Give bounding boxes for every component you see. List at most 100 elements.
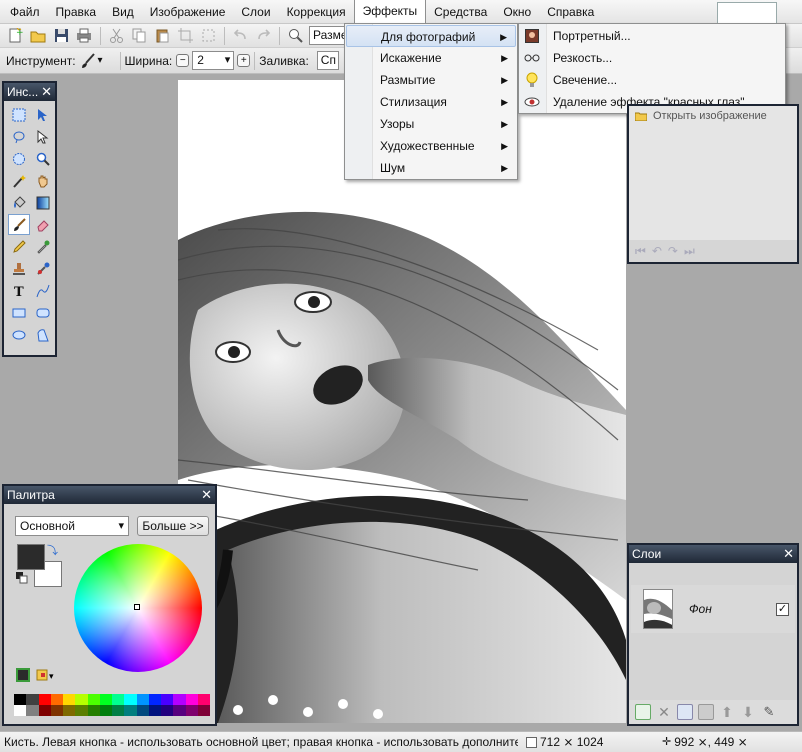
palette-swatch[interactable]: [50, 705, 63, 716]
palette-swatch[interactable]: [87, 705, 100, 716]
merge-layer-icon[interactable]: [698, 704, 714, 720]
menu-item-render[interactable]: Узоры ▶: [346, 113, 516, 135]
menu-item-portrait[interactable]: Портретный...: [520, 25, 784, 47]
fast-forward-icon[interactable]: ⏭: [684, 244, 695, 259]
deselect-button[interactable]: [197, 26, 219, 46]
zoom-button[interactable]: [284, 26, 306, 46]
width-increase-button[interactable]: +: [237, 54, 251, 67]
move-layer-up-icon[interactable]: ⬆: [719, 704, 735, 720]
menu-item-distort[interactable]: Искажение ▶: [346, 47, 516, 69]
menu-item-photo[interactable]: Для фотографий ▶: [346, 25, 516, 47]
tool-paint-bucket[interactable]: [8, 192, 30, 213]
menu-edit[interactable]: Правка: [48, 0, 105, 24]
palette-menu-icon[interactable]: ▾: [36, 668, 56, 685]
tool-rectangle-select[interactable]: [8, 104, 30, 125]
layer-visibility-checkbox[interactable]: ✓: [776, 602, 789, 616]
width-decrease-button[interactable]: −: [176, 54, 190, 67]
tool-ellipse[interactable]: [8, 324, 30, 345]
menu-adjustments[interactable]: Коррекция: [279, 0, 354, 24]
tool-pan[interactable]: [32, 170, 54, 191]
new-button[interactable]: +: [4, 26, 26, 46]
palette-swatch[interactable]: [87, 694, 100, 705]
palette-swatch[interactable]: [99, 705, 112, 716]
palette-swatch[interactable]: [197, 694, 210, 705]
tool-ellipse-select[interactable]: [8, 148, 30, 169]
tool-gradient[interactable]: [32, 192, 54, 213]
copy-button[interactable]: [128, 26, 150, 46]
palette-swatches[interactable]: [14, 694, 210, 716]
tools-window-title[interactable]: Инс... ✕: [4, 83, 55, 101]
menu-item-glow[interactable]: Свечение...: [520, 69, 784, 91]
menu-item-blur[interactable]: Размытие ▶: [346, 69, 516, 91]
palette-swatch[interactable]: [99, 694, 112, 705]
palette-window-title[interactable]: Палитра ✕: [4, 486, 215, 504]
tool-rectangle[interactable]: [8, 302, 30, 323]
fill-combo[interactable]: Сп: [316, 51, 339, 70]
palette-swatch[interactable]: [63, 694, 76, 705]
redo-button[interactable]: [252, 26, 274, 46]
palette-swatch[interactable]: [161, 694, 174, 705]
open-button[interactable]: [27, 26, 49, 46]
tool-color-picker[interactable]: [32, 236, 54, 257]
palette-swatch[interactable]: [112, 705, 125, 716]
menu-view[interactable]: Вид: [104, 0, 142, 24]
swap-colors-icon[interactable]: ⤵: [47, 542, 58, 558]
color-wheel-marker[interactable]: [134, 604, 140, 610]
menu-image[interactable]: Изображение: [142, 0, 234, 24]
menu-item-stylize[interactable]: Стилизация ▶: [346, 91, 516, 113]
tool-clone-stamp[interactable]: [8, 258, 30, 279]
tool-line-curve[interactable]: [32, 280, 54, 301]
layer-properties-icon[interactable]: ✎: [761, 704, 777, 720]
palette-swatch[interactable]: [14, 694, 27, 705]
palette-swatch[interactable]: [63, 705, 76, 716]
tool-rounded-rectangle[interactable]: [32, 302, 54, 323]
menu-help[interactable]: Справка: [539, 0, 602, 24]
menu-item-artistic[interactable]: Художественные ▶: [346, 135, 516, 157]
paste-button[interactable]: [151, 26, 173, 46]
primary-color-swatch[interactable]: [17, 544, 45, 570]
palette-swatch[interactable]: [26, 705, 39, 716]
tool-move-selection-outline[interactable]: [32, 126, 54, 147]
undo-icon[interactable]: ↶: [652, 244, 662, 258]
palette-swatch[interactable]: [124, 705, 137, 716]
palette-swatch[interactable]: [14, 705, 27, 716]
undo-button[interactable]: [229, 26, 251, 46]
menu-tools[interactable]: Средства: [426, 0, 495, 24]
palette-swatch[interactable]: [112, 694, 125, 705]
palette-swatch[interactable]: [38, 694, 51, 705]
menu-window[interactable]: Окно: [495, 0, 539, 24]
history-item[interactable]: Открыть изображение: [629, 106, 797, 126]
tool-magic-wand[interactable]: [8, 170, 30, 191]
palette-swatch[interactable]: [173, 694, 186, 705]
palette-swatch[interactable]: [136, 694, 149, 705]
tool-freeform-shape[interactable]: [32, 324, 54, 345]
close-icon[interactable]: ✕: [783, 545, 794, 563]
tool-recolor[interactable]: [32, 258, 54, 279]
redo-icon[interactable]: ↷: [668, 244, 678, 258]
tool-text[interactable]: T: [8, 280, 30, 301]
palette-swatch[interactable]: [75, 705, 88, 716]
menu-file[interactable]: Файл: [2, 0, 48, 24]
rewind-icon[interactable]: ⏮: [635, 244, 646, 259]
palette-swatch[interactable]: [148, 705, 161, 716]
menu-layers[interactable]: Слои: [233, 0, 278, 24]
cut-button[interactable]: [105, 26, 127, 46]
add-layer-icon[interactable]: [635, 704, 651, 720]
reset-colors-icon[interactable]: [16, 572, 28, 584]
menu-effects[interactable]: Эффекты: [353, 0, 427, 24]
palette-swatch[interactable]: [185, 694, 198, 705]
primary-color-icon[interactable]: [16, 668, 30, 685]
tool-picker[interactable]: ▾: [80, 52, 110, 70]
palette-swatch[interactable]: [161, 705, 174, 716]
print-button[interactable]: [73, 26, 95, 46]
tool-zoom[interactable]: [32, 148, 54, 169]
tool-paintbrush[interactable]: [8, 214, 30, 235]
palette-swatch[interactable]: [148, 694, 161, 705]
width-combo[interactable]: 2: [192, 51, 235, 70]
save-button[interactable]: [50, 26, 72, 46]
move-layer-down-icon[interactable]: ⬇: [740, 704, 756, 720]
tool-move-selection[interactable]: [32, 104, 54, 125]
menu-item-noise[interactable]: Шум ▶: [346, 157, 516, 179]
layers-window-title[interactable]: Слои ✕: [629, 545, 797, 563]
palette-swatch[interactable]: [136, 705, 149, 716]
